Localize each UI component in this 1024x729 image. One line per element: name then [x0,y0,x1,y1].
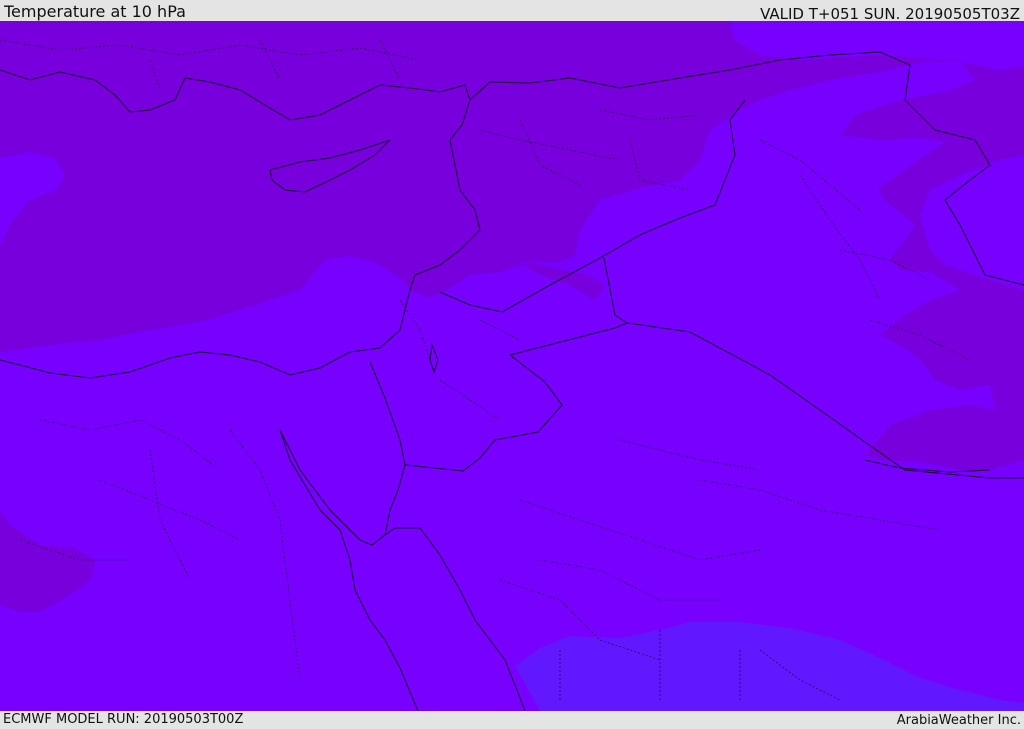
map-title: Temperature at 10 hPa [4,2,186,21]
header-bar: Temperature at 10 hPa VALID T+051 SUN. 2… [0,0,1024,23]
credit-label: ArabiaWeather Inc. [896,713,1021,728]
footer-bar: ECMWF MODEL RUN: 20190503T00Z ArabiaWeat… [0,711,1024,729]
model-run-label: ECMWF MODEL RUN: 20190503T00Z [3,712,244,727]
map-canvas[interactable] [0,21,1024,711]
